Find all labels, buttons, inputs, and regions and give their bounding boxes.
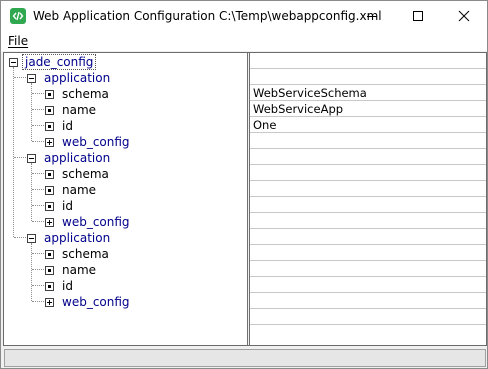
grid-cell-value[interactable]: WebServiceSchema xyxy=(253,86,367,100)
tree-node-label: id xyxy=(62,279,73,293)
maximize-icon xyxy=(413,11,423,21)
attribute-icon xyxy=(45,186,54,195)
attribute-icon xyxy=(45,170,54,179)
tree-node-label: web_config xyxy=(62,135,130,149)
collapse-icon[interactable] xyxy=(27,154,36,163)
tree-node-label: schema xyxy=(62,167,109,181)
grid-row[interactable] xyxy=(250,149,486,165)
collapse-icon[interactable] xyxy=(9,58,18,67)
tree-node-label: application xyxy=(44,71,111,85)
minimize-button[interactable] xyxy=(349,1,395,31)
attribute-icon xyxy=(45,122,54,131)
grid-cell-value[interactable]: WebServiceApp xyxy=(253,102,343,116)
grid-row[interactable]: WebServiceApp xyxy=(250,101,486,117)
tree-node-label: application xyxy=(44,151,111,165)
tree-node-label: id xyxy=(62,199,73,213)
grid-row[interactable]: One xyxy=(250,117,486,133)
grid-row[interactable] xyxy=(250,229,486,245)
collapse-icon[interactable] xyxy=(27,74,36,83)
attribute-icon xyxy=(45,250,54,259)
grid-row[interactable] xyxy=(250,213,486,229)
close-button[interactable] xyxy=(441,1,487,31)
content-area: jade_config application schema name id w… xyxy=(3,52,487,346)
tree-node-label: id xyxy=(62,119,73,133)
maximize-button[interactable] xyxy=(395,1,441,31)
grid-row[interactable] xyxy=(250,53,486,69)
value-grid[interactable]: WebServiceSchema WebServiceApp One xyxy=(250,53,486,345)
attribute-icon xyxy=(45,90,54,99)
tree-node-label: web_config xyxy=(62,295,130,309)
attribute-icon xyxy=(45,282,54,291)
menu-bar: File xyxy=(1,31,487,51)
grid-row[interactable] xyxy=(250,69,486,85)
tree-node-label: schema xyxy=(62,87,109,101)
tree-node-label: name xyxy=(62,103,97,117)
grid-row[interactable] xyxy=(250,309,486,325)
tree-node-label: jade_config xyxy=(22,54,97,70)
grid-row[interactable] xyxy=(250,293,486,309)
menu-file[interactable]: File xyxy=(8,34,28,48)
expand-icon[interactable] xyxy=(45,218,54,227)
xml-tree-view[interactable]: jade_config application schema name id w… xyxy=(4,53,247,345)
grid-row[interactable] xyxy=(250,181,486,197)
grid-row[interactable] xyxy=(250,277,486,293)
collapse-icon[interactable] xyxy=(27,234,36,243)
attribute-icon xyxy=(45,266,54,275)
grid-row[interactable] xyxy=(250,165,486,181)
tree-node-label: application xyxy=(44,231,111,245)
expand-icon[interactable] xyxy=(45,298,54,307)
tree-node-label: name xyxy=(62,183,97,197)
minimize-icon xyxy=(367,16,377,17)
menu-file-rest: ile xyxy=(14,34,29,48)
close-icon xyxy=(458,10,470,22)
tree-node-label: web_config xyxy=(62,215,130,229)
status-bar xyxy=(4,349,486,367)
grid-row[interactable] xyxy=(250,261,486,277)
attribute-icon xyxy=(45,202,54,211)
grid-row[interactable] xyxy=(250,245,486,261)
grid-cell-value[interactable]: One xyxy=(253,118,276,132)
tree-node-label: schema xyxy=(62,247,109,261)
attribute-icon xyxy=(45,106,54,115)
title-bar[interactable]: Web Application Configuration C:\Temp\we… xyxy=(1,1,487,31)
grid-row[interactable]: WebServiceSchema xyxy=(250,85,486,101)
expand-icon[interactable] xyxy=(45,138,54,147)
code-icon xyxy=(10,8,26,24)
tree-node-label: name xyxy=(62,263,97,277)
grid-row[interactable] xyxy=(250,197,486,213)
main-window: Web Application Configuration C:\Temp\we… xyxy=(0,0,488,369)
grid-row[interactable] xyxy=(250,133,486,149)
window-title: Web Application Configuration C:\Temp\we… xyxy=(33,9,382,23)
